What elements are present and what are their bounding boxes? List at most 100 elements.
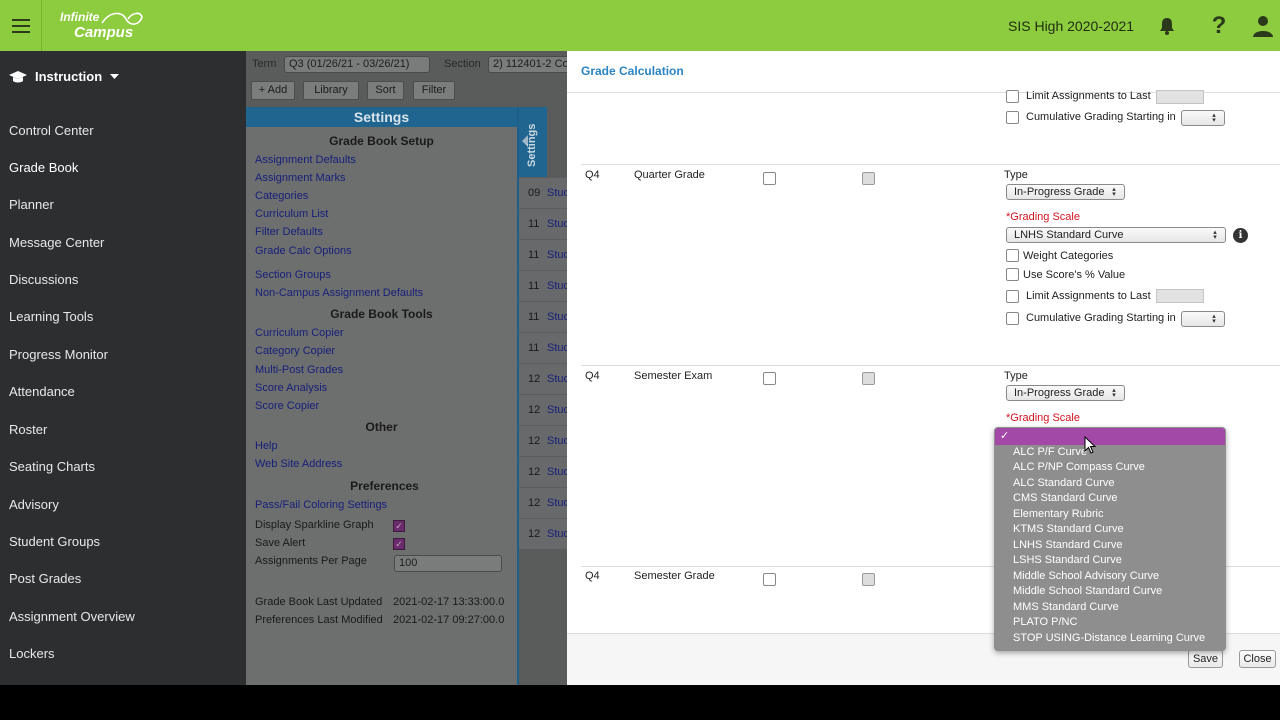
type-select[interactable]: In-Progress Grade <box>1006 385 1125 401</box>
add-button[interactable]: + Add <box>251 81 295 100</box>
sidebar-item-planner[interactable]: Planner <box>9 197 54 212</box>
settings-tab-label: Settings <box>526 123 538 167</box>
sidebar-item-advisory[interactable]: Advisory <box>9 497 59 512</box>
limit-assignments-checkbox[interactable] <box>1006 90 1019 103</box>
school-year-label[interactable]: SIS High 2020-2021 <box>1008 18 1134 34</box>
dropdown-option[interactable]: LSHS Standard Curve <box>1013 554 1122 566</box>
link-multi-post-grades[interactable]: Multi-Post Grades <box>255 364 343 376</box>
bell-icon[interactable] <box>1142 0 1192 51</box>
link-curriculum-copier[interactable]: Curriculum Copier <box>255 327 344 339</box>
menu-icon[interactable] <box>0 0 42 51</box>
dropdown-option[interactable]: STOP USING-Distance Learning Curve <box>1013 632 1205 644</box>
instruction-menu-toggle[interactable]: Instruction <box>9 69 120 84</box>
dropdown-option[interactable]: CMS Standard Curve <box>1013 492 1118 504</box>
sidebar-item-post-grades[interactable]: Post Grades <box>9 571 81 586</box>
dropdown-option[interactable]: LNHS Standard Curve <box>1013 539 1122 551</box>
grading-scale-dropdown-list[interactable]: ✓ ALC P/F Curve ALC P/NP Compass Curve A… <box>994 427 1226 651</box>
app-root: Infinite Campus SIS High 2020-2021 ? Ins… <box>0 0 1280 720</box>
info-icon[interactable]: i <box>1233 228 1248 243</box>
cumulative-grading-checkbox[interactable] <box>1006 111 1019 124</box>
infinite-campus-logo[interactable]: Infinite Campus <box>60 10 143 40</box>
dropdown-option[interactable]: PLATO P/NC <box>1013 616 1077 628</box>
close-button[interactable]: Close <box>1239 650 1276 668</box>
grading-scale-select[interactable]: LNHS Standard Curve <box>1006 227 1226 243</box>
link-category-copier[interactable]: Category Copier <box>255 345 335 357</box>
sidebar-item-seating-charts[interactable]: Seating Charts <box>9 459 95 474</box>
link-score-copier[interactable]: Score Copier <box>255 400 319 412</box>
display-sparkline-label: Display Sparkline Graph <box>255 519 374 531</box>
link-filter-defaults[interactable]: Filter Defaults <box>255 226 323 238</box>
link-assignment-defaults[interactable]: Assignment Defaults <box>255 154 356 166</box>
weight-categories-checkbox[interactable] <box>1006 249 1019 262</box>
dropdown-option[interactable]: Middle School Advisory Curve <box>1013 570 1159 582</box>
student-row[interactable]: 12 Stud <box>519 518 570 549</box>
row-checkbox[interactable] <box>763 172 776 185</box>
sidebar-item-grade-book[interactable]: Grade Book <box>9 160 78 175</box>
help-icon[interactable]: ? <box>1194 0 1244 51</box>
link-curriculum-list[interactable]: Curriculum List <box>255 208 328 220</box>
type-select[interactable]: In-Progress Grade <box>1006 184 1125 200</box>
caret-down-icon <box>110 73 120 79</box>
dropdown-option[interactable]: ALC P/NP Compass Curve <box>1013 461 1145 473</box>
sidebar-item-student-groups[interactable]: Student Groups <box>9 534 100 549</box>
term-select[interactable]: Q3 (01/26/21 - 03/26/21) <box>284 56 430 73</box>
grade-book-tools-header: Grade Book Tools <box>330 307 433 321</box>
link-grade-calc-options[interactable]: Grade Calc Options <box>255 245 352 257</box>
dropdown-selected-blank-option[interactable]: ✓ <box>995 428 1225 445</box>
dropdown-option[interactable]: Middle School Standard Curve <box>1013 585 1162 597</box>
limit-assignments-input[interactable] <box>1156 289 1204 303</box>
sidebar-item-attendance[interactable]: Attendance <box>9 384 75 399</box>
student-row[interactable]: 11 Stud <box>519 239 570 270</box>
student-row[interactable]: 11 Stud <box>519 332 570 363</box>
cumulative-grading-select[interactable] <box>1181 110 1225 126</box>
use-score-value-checkbox[interactable] <box>1006 268 1019 281</box>
sidebar-item-progress-monitor[interactable]: Progress Monitor <box>9 347 108 362</box>
student-row[interactable]: 11 Stud <box>519 270 570 301</box>
student-row[interactable]: 12 Stud <box>519 363 570 394</box>
user-icon[interactable] <box>1246 0 1280 51</box>
library-button[interactable]: Library <box>303 81 359 100</box>
sidebar-item-learning-tools[interactable]: Learning Tools <box>9 309 93 324</box>
student-row[interactable]: 11 Stud <box>519 208 570 239</box>
row-checkbox[interactable] <box>763 372 776 385</box>
cumulative-grading-select[interactable] <box>1181 311 1225 327</box>
limit-assignments-checkbox[interactable] <box>1006 290 1019 303</box>
cumulative-grading-checkbox[interactable] <box>1006 312 1019 325</box>
limit-assignments-input[interactable] <box>1156 90 1204 104</box>
filter-button[interactable]: Filter <box>413 81 455 100</box>
dropdown-option[interactable]: KTMS Standard Curve <box>1013 523 1124 535</box>
student-grade-level: 11 <box>528 280 540 292</box>
sidebar-item-message-center[interactable]: Message Center <box>9 235 104 250</box>
dropdown-option[interactable]: ALC P/F Curve <box>1013 446 1087 458</box>
dropdown-option[interactable]: ALC Standard Curve <box>1013 477 1115 489</box>
sort-button[interactable]: Sort <box>367 81 404 100</box>
row-checkbox[interactable] <box>763 573 776 586</box>
student-row[interactable]: 12 Stud <box>519 394 570 425</box>
link-score-analysis[interactable]: Score Analysis <box>255 382 327 394</box>
link-assignment-marks[interactable]: Assignment Marks <box>255 172 345 184</box>
save-alert-checkbox[interactable]: ✓ <box>393 538 405 550</box>
student-row[interactable]: 12 Stud <box>519 425 570 456</box>
sidebar-item-roster[interactable]: Roster <box>9 422 47 437</box>
sidebar-item-discussions[interactable]: Discussions <box>9 272 78 287</box>
sidebar-item-assignment-overview[interactable]: Assignment Overview <box>9 609 135 624</box>
section-select[interactable]: 2) 112401-2 Co <box>488 56 567 73</box>
student-row[interactable]: 12 Stud <box>519 456 570 487</box>
sidebar-item-control-center[interactable]: Control Center <box>9 123 94 138</box>
dropdown-option[interactable]: Elementary Rubric <box>1013 508 1103 520</box>
display-sparkline-checkbox[interactable]: ✓ <box>393 520 405 532</box>
link-categories[interactable]: Categories <box>255 190 308 202</box>
link-non-campus-assignment-defaults[interactable]: Non-Campus Assignment Defaults <box>255 287 423 299</box>
link-web-site-address[interactable]: Web Site Address <box>255 458 342 470</box>
settings-tab[interactable]: Settings <box>519 107 547 181</box>
save-button[interactable]: Save <box>1188 650 1223 668</box>
sidebar-item-lockers[interactable]: Lockers <box>9 646 55 661</box>
student-row[interactable]: 11 Stud <box>519 301 570 332</box>
assignments-per-page-select[interactable]: 100 <box>394 555 502 572</box>
link-section-groups[interactable]: Section Groups <box>255 269 331 281</box>
dropdown-option[interactable]: MMS Standard Curve <box>1013 601 1119 613</box>
link-help[interactable]: Help <box>255 440 278 452</box>
student-row[interactable]: 12 Stud <box>519 487 570 518</box>
student-row[interactable]: 09 Stud <box>519 177 570 208</box>
link-pass-fail-coloring-settings[interactable]: Pass/Fail Coloring Settings <box>255 499 387 511</box>
